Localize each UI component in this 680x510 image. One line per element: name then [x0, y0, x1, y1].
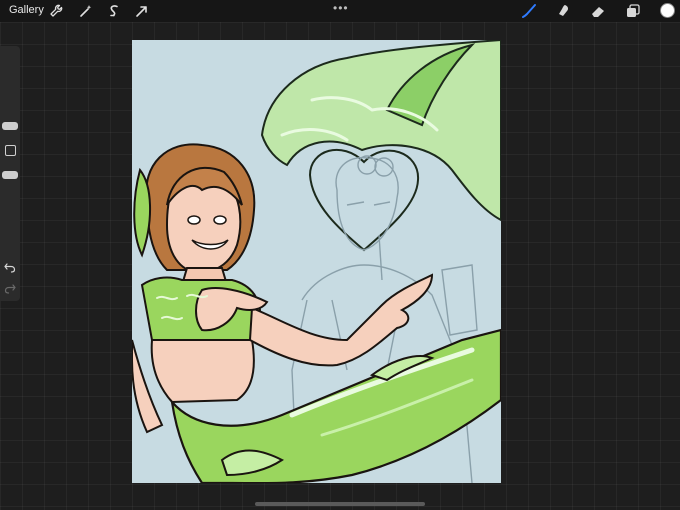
opacity-slider[interactable] [2, 171, 18, 179]
redo-icon[interactable] [4, 283, 16, 295]
undo-icon[interactable] [4, 262, 16, 274]
more-options-button[interactable]: ••• [333, 1, 349, 15]
artwork-illustration [132, 40, 501, 483]
selection-icon[interactable] [106, 3, 122, 19]
color-picker-button[interactable] [660, 3, 675, 18]
brush-icon[interactable] [521, 3, 537, 19]
modify-button[interactable] [5, 145, 16, 156]
magic-wand-icon[interactable] [78, 3, 94, 19]
wrench-icon[interactable] [48, 3, 64, 19]
smudge-icon[interactable] [556, 3, 572, 19]
left-sidebar [0, 46, 20, 301]
layers-icon[interactable] [625, 3, 641, 19]
drawing-canvas[interactable] [132, 40, 501, 483]
brush-size-slider[interactable] [2, 122, 18, 130]
top-toolbar: Gallery ••• [0, 0, 680, 22]
home-indicator [255, 502, 425, 506]
eraser-icon[interactable] [590, 3, 606, 19]
gallery-button[interactable]: Gallery [9, 4, 44, 16]
transform-icon[interactable] [134, 3, 150, 19]
